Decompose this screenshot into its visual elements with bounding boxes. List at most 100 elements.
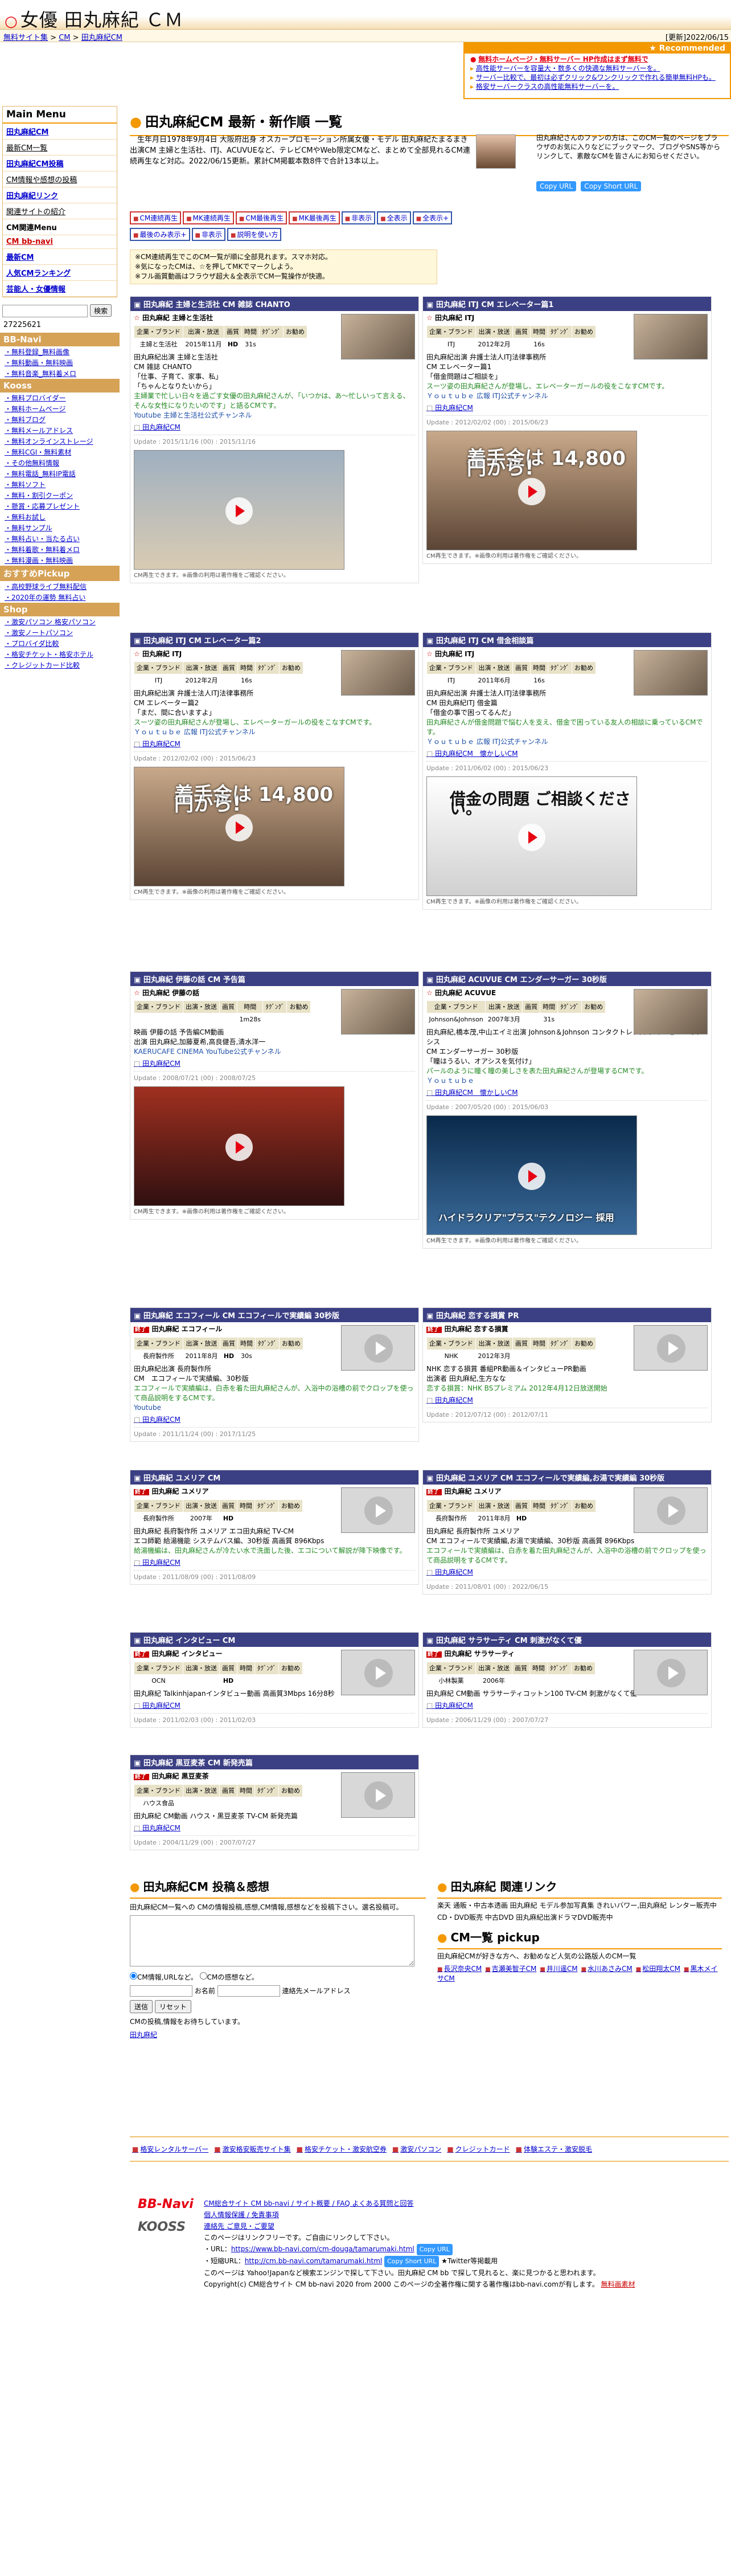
cm-link[interactable]: 田丸麻紀CM 懐かしいCM — [426, 1088, 708, 1098]
sidebar-section-link[interactable]: 無料プロバイダー — [0, 392, 120, 403]
cm-card-header[interactable]: 田丸麻紀 エコフィール CM エコフィールで実績編 30秒版 — [130, 1308, 418, 1322]
sidebar-section-link[interactable]: 無料ブログ — [0, 414, 120, 425]
copy-short-url-button[interactable]: Copy Short URL — [581, 181, 642, 191]
footer-link[interactable]: 格安レンタルサーバー — [132, 2145, 208, 2153]
video-player[interactable] — [134, 1086, 344, 1206]
site-title[interactable]: ○ 女優 田丸麻紀 ＣＭ — [5, 6, 183, 32]
name-field[interactable] — [130, 1985, 192, 1997]
cm-link[interactable]: 田丸麻紀CM — [134, 1701, 415, 1711]
sidebar-section-link[interactable]: 無料占い・当たる占い — [0, 533, 120, 544]
cm-link[interactable]: 田丸麻紀CM 懐かしいCM — [426, 749, 708, 759]
control-tag[interactable]: MK連続再生 — [183, 211, 234, 224]
cm-link[interactable]: 田丸麻紀CM — [134, 739, 415, 749]
cm-thumbnail[interactable] — [634, 1325, 708, 1371]
cm-thumbnail[interactable] — [634, 989, 708, 1035]
sidebar-section-link[interactable]: 激安パソコン 格安パソコン — [0, 616, 120, 627]
pickup-link[interactable]: 松田翔太CM — [636, 1965, 680, 1973]
sidebar-item[interactable]: 人気CMランキング — [3, 265, 117, 281]
sidebar-section-link[interactable]: 格安チケット・格安ホテル — [0, 649, 120, 660]
footer-link[interactable]: 体験エステ・激安脱毛 — [516, 2145, 592, 2153]
submit-button[interactable]: 送信 — [130, 2000, 153, 2013]
sidebar-section-link[interactable]: 無料メールアドレス — [0, 425, 120, 436]
footer-copy-short-button[interactable]: Copy Short URL — [384, 2256, 440, 2267]
cm-card-header[interactable]: 田丸麻紀 ITJ CM エレベーター篇2 — [130, 633, 418, 647]
cm-card-header[interactable]: 田丸麻紀 ITJ CM エレベーター篇1 — [423, 297, 711, 311]
sidebar-section-link[interactable]: クレジットカード比較 — [0, 660, 120, 670]
sidebar-section-link[interactable]: プロバイダ比較 — [0, 638, 120, 649]
cm-card-header[interactable]: 田丸麻紀 ACUVUE CM エンダーサーガー 30秒版 — [423, 972, 711, 986]
sidebar-item[interactable]: 田丸麻紀リンク — [3, 187, 117, 203]
pickup-link[interactable]: 井川遥CM — [540, 1965, 577, 1973]
cm-thumbnail[interactable] — [634, 1650, 708, 1695]
cm-thumbnail[interactable] — [341, 650, 415, 696]
cm-link[interactable]: 田丸麻紀CM — [134, 1558, 415, 1568]
cm-card-header[interactable]: 田丸麻紀 ユメリア CM — [130, 1470, 418, 1485]
sidebar-section-link[interactable]: 無料お試し — [0, 512, 120, 522]
cm-card-header[interactable]: 田丸麻紀 サラサーティ CM 刺激がなくて優 — [423, 1633, 711, 1647]
sidebar-item[interactable]: CM情報や感想の投稿 — [3, 171, 117, 187]
sidebar-section-link[interactable]: 無料CGI・無料素材 — [0, 447, 120, 457]
cm-card-header[interactable]: 田丸麻紀 恋する損賞 PR — [423, 1308, 711, 1322]
cm-link[interactable]: 田丸麻紀CM — [134, 1415, 415, 1425]
sidebar-item[interactable]: 最新CM — [3, 249, 117, 265]
radio-info[interactable] — [130, 1972, 137, 1980]
cm-link[interactable]: 田丸麻紀CM — [134, 1823, 415, 1833]
play-icon[interactable] — [225, 1134, 253, 1161]
control-tag[interactable]: 全表示+ — [412, 211, 453, 224]
footer-links-2[interactable]: 個人情報保護 / 免責事項 — [204, 2211, 279, 2219]
control-tag[interactable]: MK最後再生 — [289, 211, 340, 224]
kooss-logo[interactable]: KOOSS — [138, 2221, 186, 2234]
play-icon[interactable] — [225, 497, 253, 525]
cm-thumbnail[interactable] — [341, 1325, 415, 1371]
sidebar-section-link[interactable]: 無料ソフト — [0, 479, 120, 490]
breadcrumb-item-2[interactable]: 田丸麻紀CM — [81, 34, 122, 42]
recommend-link[interactable]: 無料ホームページ・無料サーバー HP作成はまず無料で — [478, 55, 648, 63]
play-icon[interactable] — [518, 478, 545, 505]
cm-thumbnail[interactable] — [341, 1772, 415, 1818]
cm-card-header[interactable]: 田丸麻紀 ITJ CM 借金相談篇 — [423, 633, 711, 647]
cm-link[interactable]: 田丸麻紀CM — [134, 423, 415, 432]
sidebar-section-link[interactable]: 無料電話_無料IP電話 — [0, 468, 120, 479]
sidebar-section-link[interactable]: 無料音楽_無料着メロ — [0, 368, 120, 379]
sidebar-item[interactable]: 田丸麻紀CM投稿 — [3, 156, 117, 171]
cm-thumbnail[interactable] — [634, 314, 708, 359]
sidebar-section-link[interactable]: 懸賞・応募プレゼント — [0, 501, 120, 512]
footer-links-1[interactable]: CM総合サイト CM bb-navi / サイト概要 / FAQ よくある質問と… — [204, 2199, 413, 2207]
control-tag[interactable]: 全表示 — [377, 211, 411, 224]
footer-link[interactable]: クレジットカード — [447, 2145, 510, 2153]
sidebar-section-link[interactable]: 無料漫画・無料映画 — [0, 555, 120, 566]
recommend-link[interactable]: 格安サーバークラスの高性能無料サーバーを。 — [476, 83, 619, 91]
sidebar-item[interactable]: 芸能人・女優情報 — [3, 281, 117, 297]
email-field[interactable] — [217, 1985, 280, 1997]
video-player[interactable]: ハイドラクリア"プラス"テクノロジー 採用 — [426, 1115, 637, 1235]
sidebar-section-link[interactable]: 無料ホームページ — [0, 403, 120, 414]
short-url[interactable]: http://cm.bb-navi.com/tamarumaki.html — [245, 2257, 382, 2265]
cm-thumbnail[interactable] — [341, 1487, 415, 1533]
sidebar-item[interactable]: 最新CM一覧 — [3, 140, 117, 156]
footer-links-3[interactable]: 連絡先 ご意見・ご要望 — [204, 2222, 274, 2230]
footer-link[interactable]: 激安格安販売サイト集 — [214, 2145, 290, 2153]
cm-thumbnail[interactable] — [634, 650, 708, 696]
page-url[interactable]: https://www.bb-navi.com/cm-douga/tamarum… — [231, 2245, 414, 2253]
pickup-link[interactable]: 水川あさみCM — [581, 1965, 633, 1973]
sidebar-section-link[interactable]: 高校野球ライブ無料配信 — [0, 581, 120, 592]
play-icon[interactable] — [518, 824, 545, 851]
cm-thumbnail[interactable] — [341, 314, 415, 359]
sidebar-section-link[interactable]: 無料登録_無料画像 — [0, 346, 120, 357]
play-icon[interactable] — [225, 814, 253, 841]
cm-card-header[interactable]: 田丸麻紀 伊藤の話 CM 予告篇 — [130, 972, 418, 986]
sidebar-section-link[interactable]: 無料オンラインストレージ — [0, 436, 120, 447]
cm-link[interactable]: 田丸麻紀CM — [426, 403, 708, 413]
cm-link[interactable]: 田丸麻紀CM — [426, 1701, 708, 1711]
sidebar-section-link[interactable]: 無料・割引クーポン — [0, 490, 120, 501]
footer-link[interactable]: 格安チケット・激安航空券 — [297, 2145, 387, 2153]
footer-copy-url-button[interactable]: Copy URL — [416, 2244, 453, 2255]
footer-link[interactable]: 激安パソコン — [392, 2145, 441, 2153]
reset-button[interactable]: リセット — [154, 2000, 191, 2013]
free-material-link[interactable]: 無料画素材 — [601, 2280, 635, 2288]
cm-thumbnail[interactable] — [341, 1650, 415, 1695]
sidebar-item[interactable]: 田丸麻紀CM — [3, 124, 117, 140]
control-tag[interactable]: 最後のみ表示+ — [130, 228, 190, 241]
sidebar-section-link[interactable]: 2020年の運勢 無料占い — [0, 592, 120, 603]
video-player[interactable]: 借金の問題 ご相談ください。 — [426, 776, 637, 896]
